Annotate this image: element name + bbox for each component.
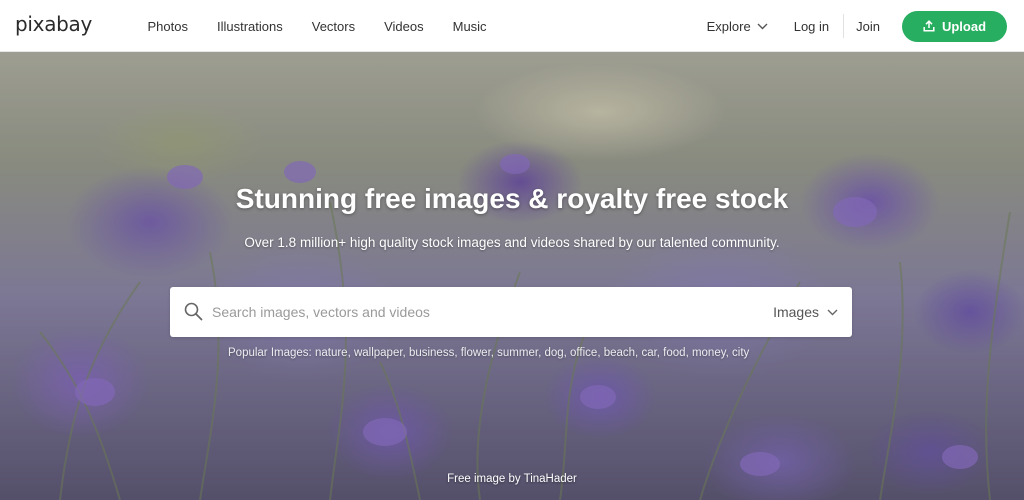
- popular-tags: nature, wallpaper, business, flower, sum…: [314, 347, 750, 359]
- upload-icon: [923, 20, 935, 32]
- popular-tag-city[interactable]: city: [732, 347, 749, 359]
- search-icon[interactable]: [184, 302, 203, 321]
- nav-videos[interactable]: Videos: [370, 13, 439, 40]
- media-type-select[interactable]: Images: [773, 287, 838, 337]
- popular-tag-wallpaper[interactable]: wallpaper: [354, 347, 403, 359]
- popular-tag-business[interactable]: business: [409, 347, 454, 359]
- popular-tag-car[interactable]: car: [641, 347, 656, 359]
- hero-overlay: [0, 52, 1024, 500]
- popular-tag-summer[interactable]: summer: [497, 347, 538, 359]
- image-credit[interactable]: Free image by TinaHader: [0, 473, 1024, 485]
- join-link[interactable]: Join: [844, 19, 902, 34]
- main-nav: Photos Illustrations Vectors Videos Musi…: [133, 0, 501, 52]
- nav-photos[interactable]: Photos: [133, 13, 202, 40]
- login-link[interactable]: Log in: [782, 19, 843, 34]
- popular-tag-nature[interactable]: nature: [315, 347, 348, 359]
- hero-headline: Stunning free images & royalty free stoc…: [235, 183, 789, 214]
- popular-tag-food[interactable]: food: [663, 347, 685, 359]
- popular-tag-beach[interactable]: beach: [604, 347, 635, 359]
- search-bar: Images: [170, 287, 852, 337]
- popular-images: Popular Images: nature, wallpaper, busin…: [228, 347, 848, 359]
- account-nav: Explore Log in Join Upload: [707, 0, 1007, 52]
- media-type-value: Images: [773, 304, 819, 320]
- pixabay-logo[interactable]: pixabay: [15, 12, 92, 36]
- nav-illustrations[interactable]: Illustrations: [202, 13, 297, 40]
- nav-music[interactable]: Music: [438, 13, 501, 40]
- upload-button[interactable]: Upload: [902, 10, 1007, 42]
- chevron-down-icon: [827, 309, 838, 315]
- explore-dropdown[interactable]: Explore: [707, 19, 768, 34]
- popular-label: Popular Images:: [228, 347, 312, 359]
- hero-subline: Over 1.8 million+ high quality stock ima…: [244, 235, 780, 250]
- popular-tag-dog[interactable]: dog: [544, 347, 563, 359]
- popular-tag-flower[interactable]: flower: [461, 347, 491, 359]
- upload-label: Upload: [941, 18, 987, 34]
- popular-tag-office[interactable]: office: [570, 347, 597, 359]
- search-input[interactable]: [212, 287, 752, 337]
- chevron-down-icon: [757, 23, 768, 29]
- popular-tag-money[interactable]: money: [692, 347, 726, 359]
- top-header: pixabay Photos Illustrations Vectors Vid…: [0, 0, 1024, 52]
- explore-label: Explore: [706, 18, 751, 34]
- hero-banner: Stunning free images & royalty free stoc…: [0, 52, 1024, 500]
- nav-vectors[interactable]: Vectors: [297, 13, 369, 40]
